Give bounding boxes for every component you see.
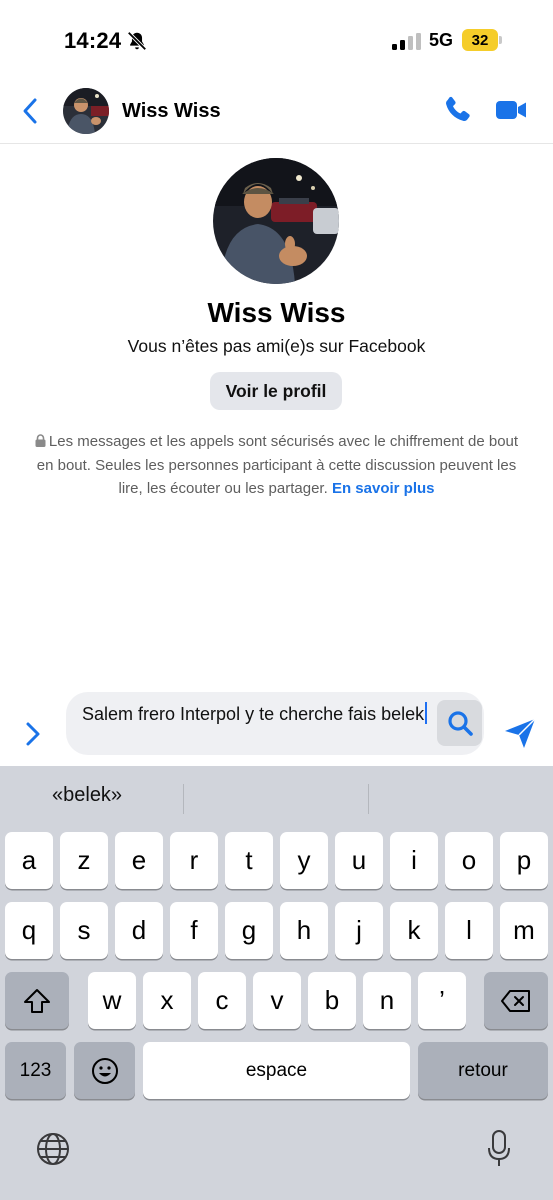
backspace-icon [501, 989, 530, 1012]
friend-status-text: Vous n’êtes pas ami(e)s sur Facebook [127, 336, 426, 356]
key-w[interactable]: w [88, 972, 136, 1029]
suggestion-divider [183, 784, 184, 814]
key-g[interactable]: g [225, 902, 273, 959]
signal-icon [392, 33, 421, 50]
key-q[interactable]: q [5, 902, 53, 959]
contact-name[interactable]: Wiss Wiss [122, 100, 221, 123]
status-bar: 14:24 5G 32 [0, 0, 553, 80]
key-s[interactable]: s [60, 902, 108, 959]
encryption-notice-text: Les messages et les appels sont sécurisé… [36, 433, 519, 497]
key-d[interactable]: d [115, 902, 163, 959]
phone-call-icon[interactable] [441, 94, 473, 126]
delete-key[interactable] [484, 972, 548, 1029]
key-apostrophe[interactable]: ’ [418, 972, 466, 1029]
suggestion-1[interactable]: «belek» [52, 784, 122, 807]
return-key[interactable]: retour [418, 1042, 548, 1099]
shift-key[interactable] [5, 972, 69, 1029]
send-icon[interactable] [503, 716, 537, 750]
battery-tip [499, 36, 502, 44]
message-input[interactable]: Salem frero Interpol y te cherche fais b… [82, 702, 442, 726]
suggestion-divider [368, 784, 369, 814]
keyboard: «belek» a z e r t y u i o p q s d f g h … [0, 766, 553, 1200]
key-j[interactable]: j [335, 902, 383, 959]
key-v[interactable]: v [253, 972, 301, 1029]
emoji-icon [91, 1057, 118, 1084]
expand-actions-chevron-icon[interactable] [22, 720, 44, 748]
magnifier-icon [447, 711, 473, 736]
chat-header: Wiss Wiss [0, 80, 553, 144]
back-chevron-icon[interactable] [18, 96, 44, 126]
shift-icon [24, 988, 50, 1013]
key-x[interactable]: x [143, 972, 191, 1029]
contact-avatar[interactable] [63, 88, 109, 134]
status-time: 14:24 [64, 28, 122, 53]
key-l[interactable]: l [445, 902, 493, 959]
key-a[interactable]: a [5, 832, 53, 889]
lock-icon [35, 434, 46, 447]
learn-more-link[interactable]: En savoir plus [332, 480, 435, 497]
microphone-icon[interactable] [487, 1130, 511, 1168]
view-profile-button[interactable]: Voir le profil [210, 372, 342, 410]
key-i[interactable]: i [390, 832, 438, 889]
key-f[interactable]: f [170, 902, 218, 959]
key-e[interactable]: e [115, 832, 163, 889]
key-y[interactable]: y [280, 832, 328, 889]
video-call-icon[interactable] [494, 94, 528, 126]
suggestion-bar: «belek» [0, 766, 553, 826]
key-h[interactable]: h [280, 902, 328, 959]
key-t[interactable]: t [225, 832, 273, 889]
message-input-value: Salem frero Interpol y te cherche fais b… [82, 704, 425, 724]
key-k[interactable]: k [390, 902, 438, 959]
key-u[interactable]: u [335, 832, 383, 889]
bell-off-icon [127, 31, 147, 51]
key-r[interactable]: r [170, 832, 218, 889]
emoji-key[interactable] [74, 1042, 135, 1099]
key-n[interactable]: n [363, 972, 411, 1029]
key-z[interactable]: z [60, 832, 108, 889]
key-o[interactable]: o [445, 832, 493, 889]
battery-level: 32 [462, 29, 498, 51]
message-composer[interactable]: Salem frero Interpol y te cherche fais b… [66, 692, 484, 755]
key-c[interactable]: c [198, 972, 246, 1029]
key-b[interactable]: b [308, 972, 356, 1029]
profile-photo [213, 158, 339, 284]
network-type: 5G [429, 30, 454, 50]
globe-icon[interactable] [36, 1132, 70, 1166]
text-caret [425, 702, 428, 724]
profile-name: Wiss Wiss [207, 297, 346, 328]
key-p[interactable]: p [500, 832, 548, 889]
space-key[interactable]: espace [143, 1042, 410, 1099]
encryption-notice: Les messages et les appels sont sécurisé… [28, 430, 525, 501]
battery-icon: 32 [462, 29, 502, 51]
numbers-key[interactable]: 123 [5, 1042, 66, 1099]
key-m[interactable]: m [500, 902, 548, 959]
lookup-button[interactable] [437, 700, 482, 746]
